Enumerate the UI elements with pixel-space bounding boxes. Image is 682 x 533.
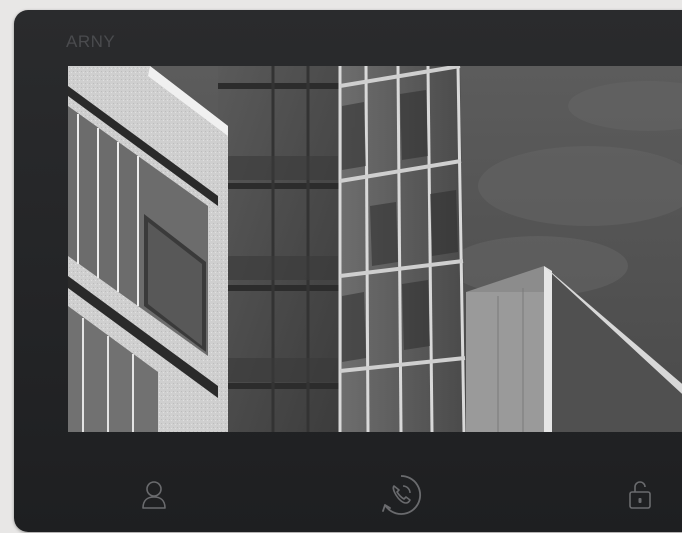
unlock-icon (629, 481, 651, 509)
camera-image (68, 66, 682, 432)
call-button[interactable] (377, 471, 425, 519)
control-bar (14, 465, 682, 525)
brand-logo: ARNY (66, 32, 116, 51)
person-button[interactable] (134, 475, 174, 515)
unlock-button[interactable] (620, 475, 660, 515)
person-icon (142, 481, 166, 509)
phone-call-icon (382, 475, 422, 515)
intercom-monitor: ARNY (14, 10, 682, 532)
camera-view-screen (68, 66, 682, 432)
